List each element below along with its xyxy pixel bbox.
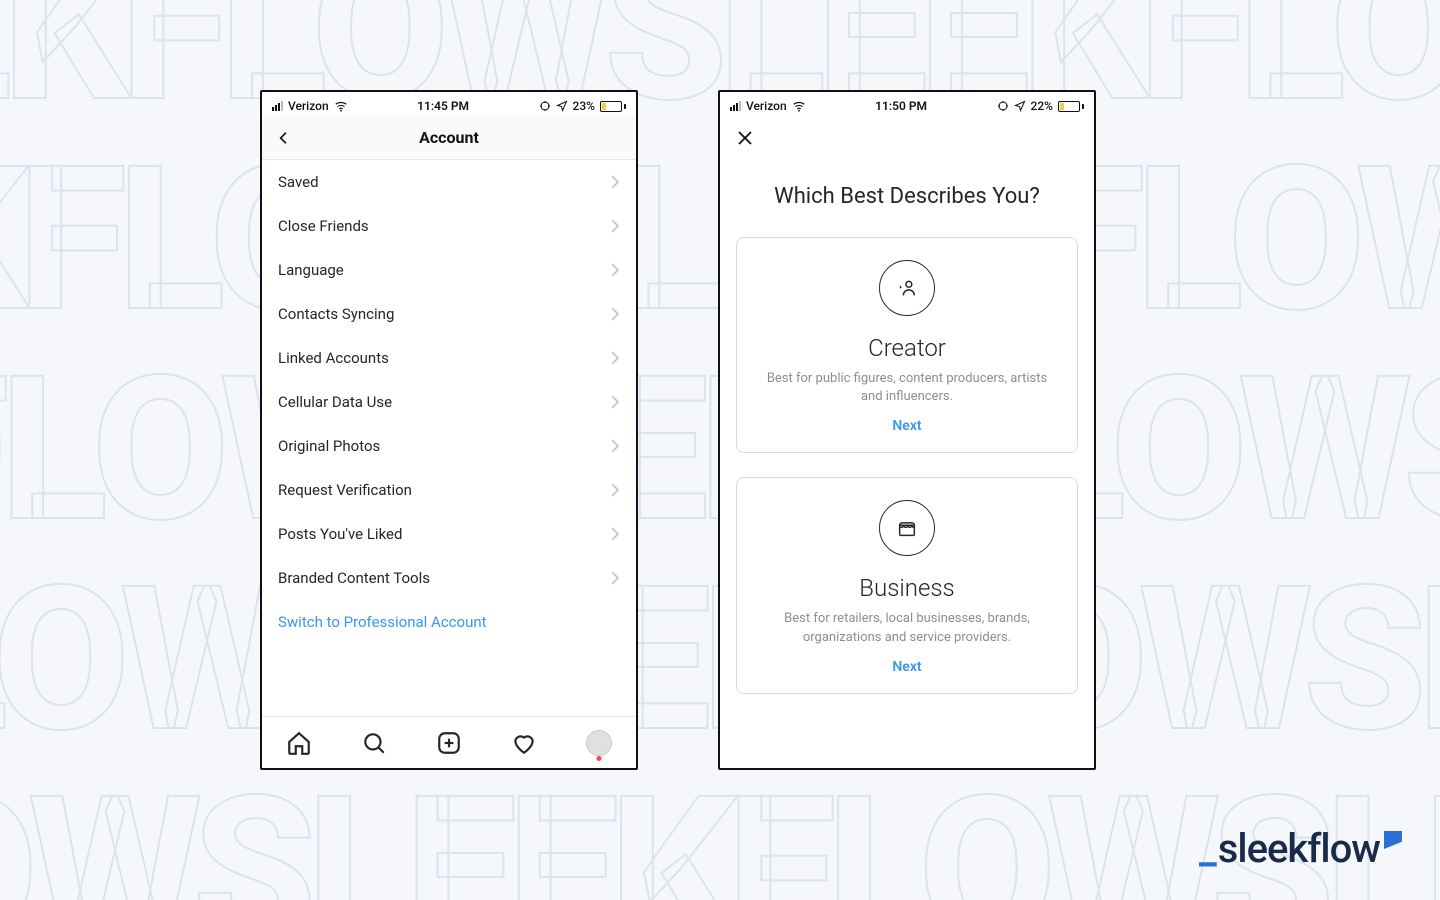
option-next-button[interactable]: Next	[755, 418, 1059, 434]
battery-pct: 22%	[1031, 99, 1053, 113]
chevron-right-icon	[610, 395, 620, 409]
brand-name: sleekflow	[1218, 825, 1380, 872]
chevron-right-icon	[610, 351, 620, 365]
phone-account-type-picker: Verizon 11:50 PM 22% Which Best Describe…	[718, 90, 1096, 770]
battery-pct: 23%	[573, 99, 595, 113]
brand-flag-icon	[1384, 831, 1402, 849]
option-desc: Best for retailers, local businesses, br…	[755, 610, 1059, 646]
settings-item-posts-liked[interactable]: Posts You've Liked	[262, 512, 636, 556]
settings-item-label: Contacts Syncing	[278, 305, 394, 323]
settings-item-close-friends[interactable]: Close Friends	[262, 204, 636, 248]
settings-item-label: Close Friends	[278, 217, 369, 235]
close-header	[720, 116, 1094, 160]
chevron-right-icon	[610, 263, 620, 277]
tab-profile[interactable]	[586, 730, 612, 756]
settings-item-request-verification[interactable]: Request Verification	[262, 468, 636, 512]
close-icon[interactable]	[736, 129, 754, 147]
settings-item-contacts-syncing[interactable]: Contacts Syncing	[262, 292, 636, 336]
battery-icon	[1058, 101, 1084, 112]
settings-item-linked-accounts[interactable]: Linked Accounts	[262, 336, 636, 380]
settings-item-label: Original Photos	[278, 437, 380, 455]
option-title: Creator	[755, 334, 1059, 362]
chevron-right-icon	[610, 571, 620, 585]
settings-item-label: Cellular Data Use	[278, 393, 392, 411]
location-icon	[556, 100, 568, 112]
wifi-icon	[334, 99, 348, 113]
chevron-right-icon	[610, 527, 620, 541]
signal-icon	[272, 101, 283, 111]
creator-icon	[879, 260, 935, 316]
battery-icon	[600, 101, 626, 112]
status-time: 11:50 PM	[875, 99, 927, 113]
crosshair-icon	[539, 100, 551, 112]
nav-header: Account	[262, 116, 636, 160]
status-bar: Verizon 11:50 PM 22%	[720, 92, 1094, 116]
switch-professional-link[interactable]: Switch to Professional Account	[262, 600, 636, 644]
chevron-right-icon	[610, 219, 620, 233]
page-title: Account	[419, 128, 479, 147]
chevron-right-icon	[610, 175, 620, 189]
chevron-right-icon	[610, 307, 620, 321]
chevron-right-icon	[610, 483, 620, 497]
option-card-business[interactable]: Business Best for retailers, local busin…	[736, 477, 1078, 693]
settings-item-saved[interactable]: Saved	[262, 160, 636, 204]
settings-item-label: Branded Content Tools	[278, 569, 430, 587]
signal-icon	[730, 101, 741, 111]
tab-bar	[262, 716, 636, 768]
settings-item-label: Saved	[278, 173, 319, 191]
settings-list: Saved Close Friends Language Contacts Sy…	[262, 160, 636, 716]
tab-activity[interactable]	[511, 730, 537, 756]
crosshair-icon	[997, 100, 1009, 112]
tab-home[interactable]	[286, 730, 312, 756]
settings-item-original-photos[interactable]: Original Photos	[262, 424, 636, 468]
phone-account-settings: Verizon 11:45 PM 23% Account Saved	[260, 90, 638, 770]
chevron-right-icon	[610, 439, 620, 453]
business-icon	[879, 500, 935, 556]
brand-underscore: _	[1199, 825, 1216, 872]
brand-logo: _ sleekflow	[1199, 825, 1402, 872]
tab-search[interactable]	[361, 730, 387, 756]
option-desc: Best for public figures, content produce…	[755, 370, 1059, 406]
tab-add-post[interactable]	[436, 730, 462, 756]
location-icon	[1014, 100, 1026, 112]
settings-item-language[interactable]: Language	[262, 248, 636, 292]
option-card-creator[interactable]: Creator Best for public figures, content…	[736, 237, 1078, 453]
status-bar: Verizon 11:45 PM 23%	[262, 92, 636, 116]
carrier-label: Verizon	[288, 99, 329, 113]
settings-item-label: Linked Accounts	[278, 349, 389, 367]
settings-item-branded-content[interactable]: Branded Content Tools	[262, 556, 636, 600]
wifi-icon	[792, 99, 806, 113]
settings-item-label: Request Verification	[278, 481, 412, 499]
option-next-button[interactable]: Next	[755, 659, 1059, 675]
carrier-label: Verizon	[746, 99, 787, 113]
settings-item-label: Posts You've Liked	[278, 525, 402, 543]
settings-item-label: Language	[278, 261, 344, 279]
option-title: Business	[755, 574, 1059, 602]
status-time: 11:45 PM	[417, 99, 469, 113]
question-title: Which Best Describes You?	[720, 160, 1094, 237]
settings-item-cellular-data[interactable]: Cellular Data Use	[262, 380, 636, 424]
back-icon[interactable]	[276, 130, 292, 146]
